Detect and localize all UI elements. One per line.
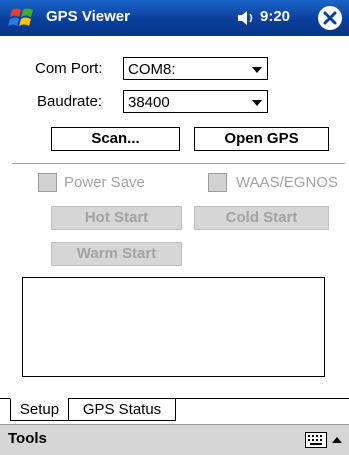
open-gps-button[interactable]: Open GPS	[194, 127, 329, 151]
tab-strip: Setup GPS Status	[0, 398, 349, 423]
close-button[interactable]	[318, 6, 342, 30]
com-port-value: COM8:	[128, 61, 176, 78]
menu-bar: Tools	[0, 424, 349, 455]
power-save-checkbox[interactable]	[38, 173, 57, 192]
waas-egnos-checkbox[interactable]	[208, 173, 227, 192]
clock-time[interactable]: 9:20	[260, 8, 290, 25]
sip-arrow-icon[interactable]	[332, 437, 342, 443]
power-save-label: Power Save	[64, 174, 145, 191]
app-title: GPS Viewer	[46, 8, 130, 25]
chevron-down-icon	[252, 100, 262, 106]
title-bar: GPS Viewer 9:20	[0, 0, 349, 36]
baudrate-value: 38400	[128, 94, 170, 111]
speaker-icon[interactable]	[236, 8, 256, 28]
com-port-label: Com Port:	[35, 60, 103, 77]
hot-start-button[interactable]: Hot Start	[51, 206, 182, 230]
tools-menu[interactable]: Tools	[8, 430, 47, 447]
com-port-select[interactable]: COM8:	[123, 57, 268, 80]
close-icon	[323, 11, 337, 25]
separator	[12, 163, 345, 164]
windows-start-icon[interactable]	[8, 4, 36, 32]
output-listbox[interactable]	[22, 277, 325, 377]
waas-egnos-label: WAAS/EGNOS	[236, 174, 338, 191]
baudrate-select[interactable]: 38400	[123, 90, 268, 113]
tab-gps-status[interactable]: GPS Status	[68, 398, 176, 421]
baudrate-label: Baudrate:	[37, 93, 103, 110]
cold-start-button[interactable]: Cold Start	[194, 206, 329, 230]
keyboard-icon[interactable]	[305, 432, 327, 448]
tab-setup[interactable]: Setup	[10, 398, 69, 421]
chevron-down-icon	[252, 67, 262, 73]
scan-button[interactable]: Scan...	[51, 127, 180, 151]
warm-start-button[interactable]: Warm Start	[51, 242, 182, 266]
